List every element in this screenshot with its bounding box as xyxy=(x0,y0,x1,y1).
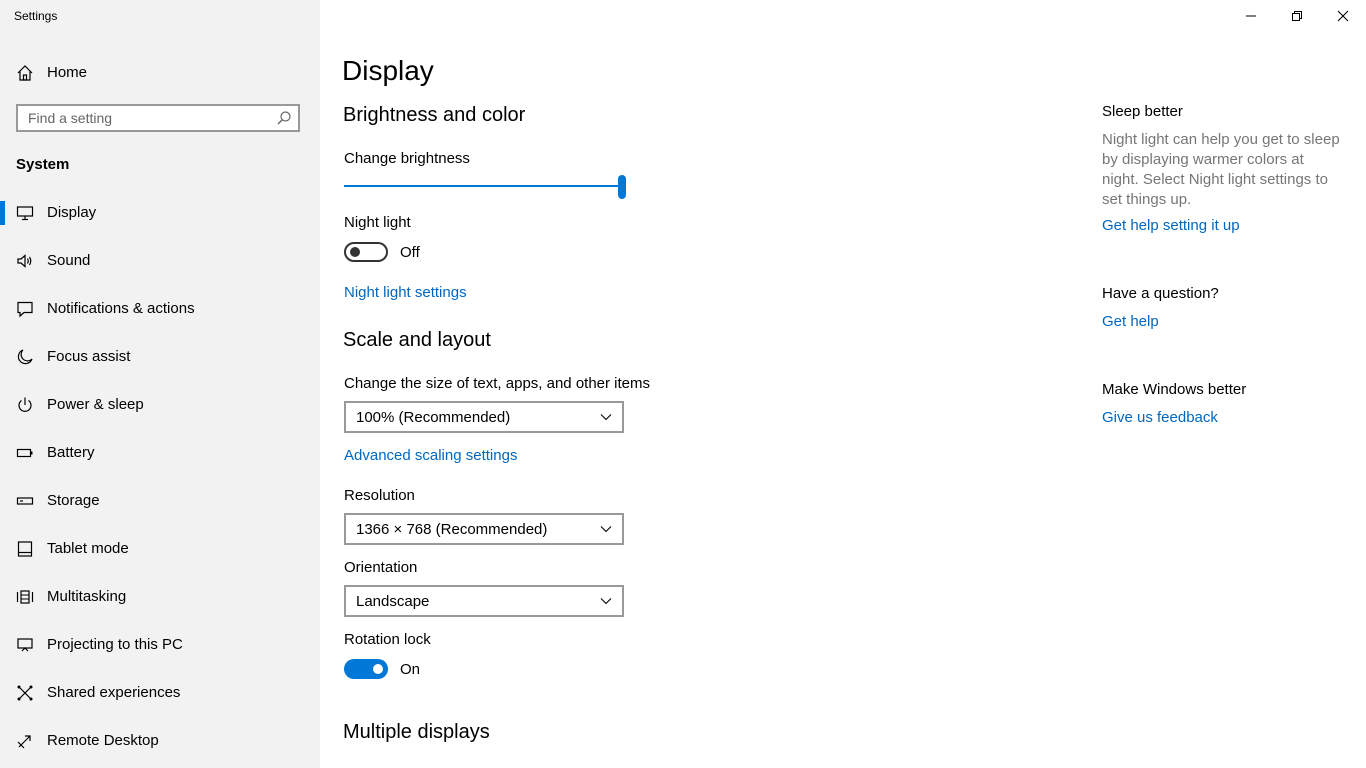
sidebar-item-label: Multitasking xyxy=(47,588,127,605)
storage-icon xyxy=(16,497,34,505)
sidebar-item-display[interactable]: Display xyxy=(0,193,320,233)
sidebar-item-label: Tablet mode xyxy=(47,540,129,557)
sidebar-item-label: Display xyxy=(47,204,97,221)
night-light-label: Night light xyxy=(344,214,411,231)
size-label: Change the size of text, apps, and other… xyxy=(344,375,651,392)
sidebar-item-label: Remote Desktop xyxy=(47,732,159,749)
sidebar-item-notifications[interactable]: Notifications & actions xyxy=(0,289,320,329)
search-box[interactable] xyxy=(16,104,300,132)
sidebar-item-label: Projecting to this PC xyxy=(47,636,183,653)
power-icon xyxy=(18,397,32,412)
rotation-lock-label: Rotation lock xyxy=(344,631,431,648)
sidebar-item-label: Notifications & actions xyxy=(47,300,195,317)
home-nav-item[interactable]: Home xyxy=(0,58,320,88)
monitor-icon xyxy=(16,206,34,221)
advanced-scaling-link[interactable]: Advanced scaling settings xyxy=(344,447,517,464)
resolution-dropdown-value: 1366 × 768 (Recommended) xyxy=(356,521,548,538)
size-dropdown-value: 100% (Recommended) xyxy=(356,409,511,426)
sleep-better-text: Night light can help you get to sleep by… xyxy=(1102,131,1340,208)
resolution-dropdown[interactable]: 1366 × 768 (Recommended) xyxy=(344,513,624,545)
home-label: Home xyxy=(47,64,88,81)
night-light-state: Off xyxy=(400,244,420,261)
projector-icon xyxy=(17,638,33,652)
restore-button[interactable] xyxy=(1274,0,1320,32)
sidebar: Settings Home System Display Sound xyxy=(0,0,320,768)
chevron-down-icon xyxy=(600,598,612,605)
make-windows-better-heading: Make Windows better xyxy=(1102,381,1247,398)
resolution-label: Resolution xyxy=(344,487,415,504)
slider-track xyxy=(344,185,626,187)
sidebar-item-sound[interactable]: Sound xyxy=(0,241,320,281)
size-dropdown[interactable]: 100% (Recommended) xyxy=(344,401,624,433)
minimize-icon xyxy=(1246,15,1256,17)
tablet-icon xyxy=(17,541,33,557)
sidebar-item-label: Shared experiences xyxy=(47,684,181,701)
chevron-down-icon xyxy=(600,414,612,421)
chevron-down-icon xyxy=(600,526,612,533)
sidebar-item-label: Focus assist xyxy=(47,348,131,365)
remote-desktop-icon xyxy=(17,735,31,749)
speaker-icon xyxy=(17,254,32,268)
scale-layout-heading: Scale and layout xyxy=(343,329,491,351)
moon-icon xyxy=(17,349,33,365)
get-help-setting-link[interactable]: Get help setting it up xyxy=(1102,217,1240,234)
orientation-label: Orientation xyxy=(344,559,418,576)
close-button[interactable] xyxy=(1320,0,1366,32)
rotation-lock-toggle[interactable] xyxy=(344,659,388,679)
night-light-toggle[interactable] xyxy=(344,242,388,262)
brightness-color-heading: Brightness and color xyxy=(343,104,526,126)
have-question-heading: Have a question? xyxy=(1102,285,1219,302)
sidebar-item-power-sleep[interactable]: Power & sleep xyxy=(0,385,320,425)
sidebar-item-storage[interactable]: Storage xyxy=(0,481,320,521)
battery-icon xyxy=(16,448,33,458)
search-input[interactable] xyxy=(18,106,288,130)
give-feedback-link[interactable]: Give us feedback xyxy=(1102,409,1218,426)
sidebar-item-battery[interactable]: Battery xyxy=(0,433,320,473)
sidebar-item-tablet-mode[interactable]: Tablet mode xyxy=(0,529,320,569)
orientation-dropdown[interactable]: Landscape xyxy=(344,585,624,617)
sidebar-item-label: Sound xyxy=(47,252,91,269)
sidebar-item-label: Storage xyxy=(47,492,100,509)
search-icon[interactable] xyxy=(276,110,292,126)
sleep-better-heading: Sleep better xyxy=(1102,103,1183,120)
orientation-dropdown-value: Landscape xyxy=(356,593,430,610)
get-help-link[interactable]: Get help xyxy=(1102,313,1159,330)
section-title-system: System xyxy=(16,156,70,173)
sidebar-item-projecting[interactable]: Projecting to this PC xyxy=(0,625,320,665)
sidebar-item-shared-experiences[interactable]: Shared experiences xyxy=(0,673,320,713)
sidebar-item-label: Battery xyxy=(47,444,95,461)
brightness-slider[interactable] xyxy=(344,175,626,199)
page-title: Display xyxy=(342,55,434,86)
multiple-displays-heading: Multiple displays xyxy=(343,721,490,743)
slider-thumb[interactable] xyxy=(618,175,626,199)
sidebar-item-remote-desktop[interactable]: Remote Desktop xyxy=(0,721,320,761)
home-icon xyxy=(17,65,33,81)
night-light-settings-link[interactable]: Night light settings xyxy=(344,284,467,301)
multitasking-icon xyxy=(16,590,34,604)
rotation-lock-state: On xyxy=(400,661,421,678)
toggle-knob xyxy=(350,247,360,257)
sidebar-item-multitasking[interactable]: Multitasking xyxy=(0,577,320,617)
minimize-button[interactable] xyxy=(1228,0,1274,32)
shared-icon xyxy=(17,685,33,701)
close-icon xyxy=(1337,10,1349,22)
restore-icon xyxy=(1292,11,1302,21)
message-icon xyxy=(17,301,33,318)
sidebar-item-label: Power & sleep xyxy=(47,396,144,413)
toggle-knob xyxy=(373,664,383,674)
brightness-label: Change brightness xyxy=(344,150,470,167)
app-title: Settings xyxy=(14,9,58,23)
sidebar-item-focus-assist[interactable]: Focus assist xyxy=(0,337,320,377)
